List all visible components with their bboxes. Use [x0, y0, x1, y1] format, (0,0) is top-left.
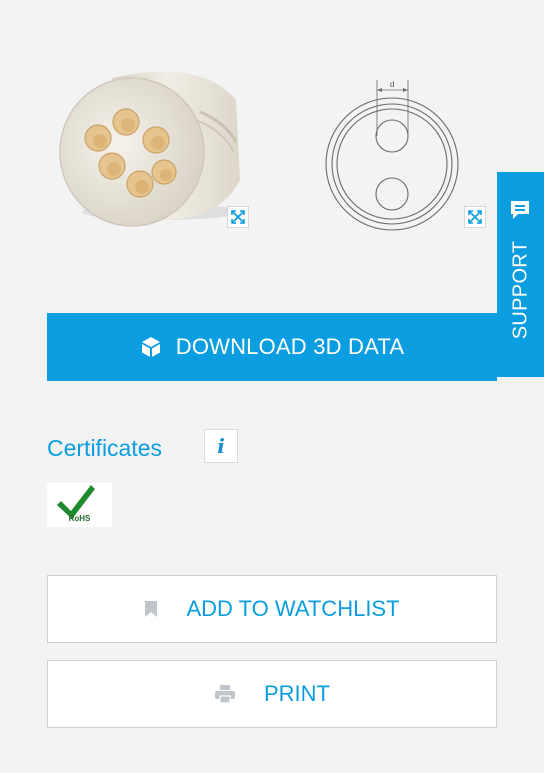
- dimension-label: d: [390, 80, 394, 89]
- download-3d-data-button[interactable]: DOWNLOAD 3D DATA: [47, 313, 497, 381]
- add-to-watchlist-label: ADD TO WATCHLIST: [186, 596, 400, 621]
- expand-arrows-icon: [231, 210, 245, 224]
- bookmark-icon: [144, 600, 158, 618]
- support-label: SUPPORT: [509, 240, 531, 340]
- cube-icon: [140, 336, 162, 358]
- technical-drawing[interactable]: d: [322, 76, 472, 236]
- expand-photo-button[interactable]: [227, 206, 249, 228]
- add-to-watchlist-button[interactable]: ADD TO WATCHLIST: [47, 575, 497, 643]
- certificates-heading: Certificates: [47, 435, 163, 461]
- certificates-info-button[interactable]: i: [204, 429, 238, 463]
- rohs-badge[interactable]: RoHS: [47, 483, 112, 527]
- support-tab[interactable]: SUPPORT: [497, 172, 544, 377]
- chat-bubble-icon: [509, 199, 531, 226]
- info-icon: i: [217, 434, 225, 458]
- download-3d-data-label: DOWNLOAD 3D DATA: [175, 334, 405, 359]
- expand-arrows-icon: [468, 210, 482, 224]
- print-button[interactable]: PRINT: [47, 660, 497, 728]
- print-label: PRINT: [264, 681, 330, 706]
- product-detail-panel: d DOWNLOAD 3D DATA SUPPORT Certificates …: [0, 0, 544, 773]
- rohs-label: RoHS: [68, 514, 91, 523]
- printer-icon: [214, 684, 236, 704]
- product-photo[interactable]: [50, 60, 250, 230]
- expand-drawing-button[interactable]: [464, 206, 486, 228]
